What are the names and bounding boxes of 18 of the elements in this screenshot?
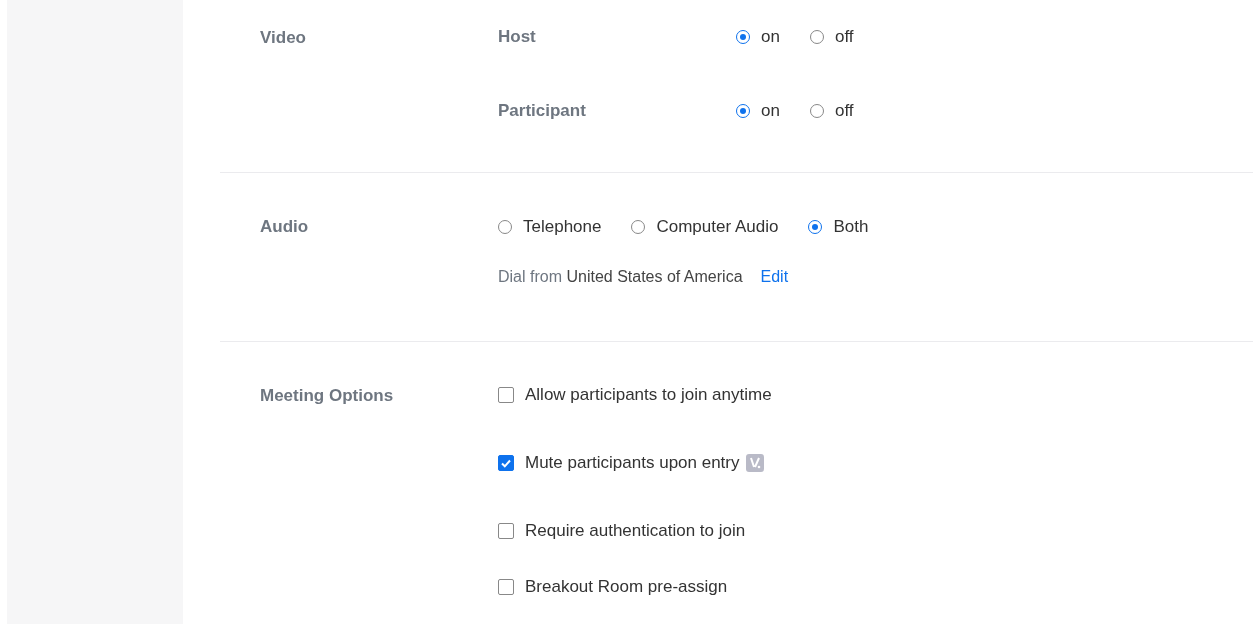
edit-link[interactable]: Edit: [760, 268, 789, 285]
checkbox-option[interactable]: Mute participants upon entry: [498, 453, 740, 473]
row-label: Host: [498, 27, 537, 47]
radio-option[interactable]: Telephone: [498, 217, 602, 237]
radio-option[interactable]: on: [736, 101, 780, 121]
checkbox-option[interactable]: Allow participants to join anytime: [498, 385, 772, 405]
section-label: Audio: [259, 216, 310, 238]
section-label: Video: [259, 27, 307, 49]
radio-option[interactable]: off: [809, 27, 854, 47]
checkbox-option[interactable]: Breakout Room pre-assign: [498, 577, 728, 597]
dial-from-text: Dial from United States of America: [498, 268, 743, 285]
radio-option[interactable]: on: [736, 27, 780, 47]
radio-option[interactable]: Computer Audio: [631, 217, 779, 237]
row-label: Participant: [498, 101, 587, 121]
radio-option[interactable]: Both: [808, 217, 869, 237]
checkbox-option[interactable]: Require authentication to join: [498, 521, 746, 541]
radio-option[interactable]: off: [809, 101, 854, 121]
section-label: Meeting Options: [259, 385, 395, 407]
